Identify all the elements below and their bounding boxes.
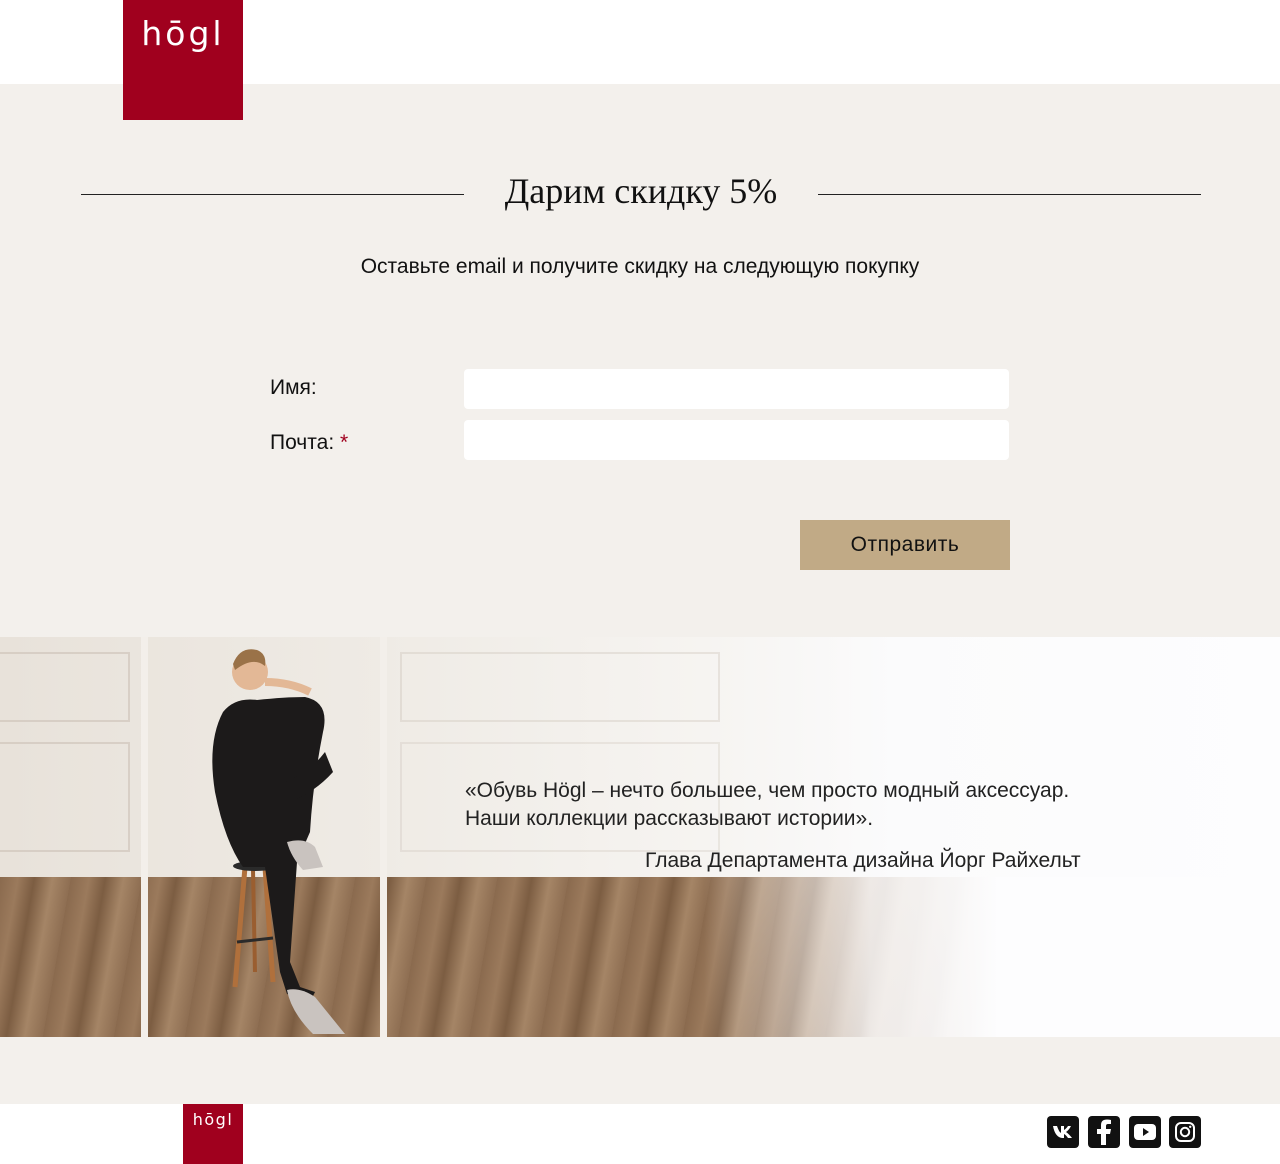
model-photo [212, 649, 345, 1034]
promo-section [0, 84, 1280, 637]
wall-molding [400, 652, 720, 722]
email-input[interactable] [464, 420, 1009, 460]
facebook-icon[interactable] [1088, 1116, 1120, 1148]
brand-logo[interactable]: hōgl [123, 0, 243, 120]
wall-molding [0, 742, 130, 852]
quote-line-1: «Обувь Högl – нечто большее, чем просто … [465, 779, 1070, 802]
brand-logo-text: hōgl [141, 14, 225, 53]
name-label: Имя: [270, 376, 317, 399]
footer-logo-text: hōgl [192, 1110, 234, 1129]
quote-author: Глава Департамента дизайна Йорг Райхельт [645, 849, 1081, 872]
name-input[interactable] [464, 369, 1009, 409]
brand-quote: «Обувь Högl – нечто большее, чем просто … [465, 777, 1069, 833]
title-divider-right [818, 194, 1201, 195]
instagram-icon[interactable] [1169, 1116, 1201, 1148]
banner-floor [0, 877, 1280, 1037]
footer-spacer [0, 1037, 1280, 1104]
vk-icon[interactable] [1047, 1116, 1079, 1148]
youtube-icon[interactable] [1129, 1116, 1161, 1148]
required-mark: * [340, 431, 349, 454]
banner-divider [380, 637, 387, 1037]
promo-subtitle: Оставьте email и получите скидку на след… [360, 255, 920, 278]
quote-banner: «Обувь Högl – нечто большее, чем просто … [0, 637, 1280, 1037]
banner-divider [141, 637, 148, 1037]
wall-molding [0, 652, 130, 722]
email-label: Почта: * [270, 431, 349, 454]
submit-button[interactable]: Отправить [800, 520, 1010, 570]
promo-title: Дарим скидку 5% [504, 171, 778, 211]
quote-line-2: Наши коллекции рассказывают истории». [465, 807, 874, 830]
title-divider-left [81, 194, 464, 195]
promo-title-row: Дарим скидку 5% [81, 168, 1201, 218]
footer-logo[interactable]: hōgl [183, 1104, 243, 1164]
